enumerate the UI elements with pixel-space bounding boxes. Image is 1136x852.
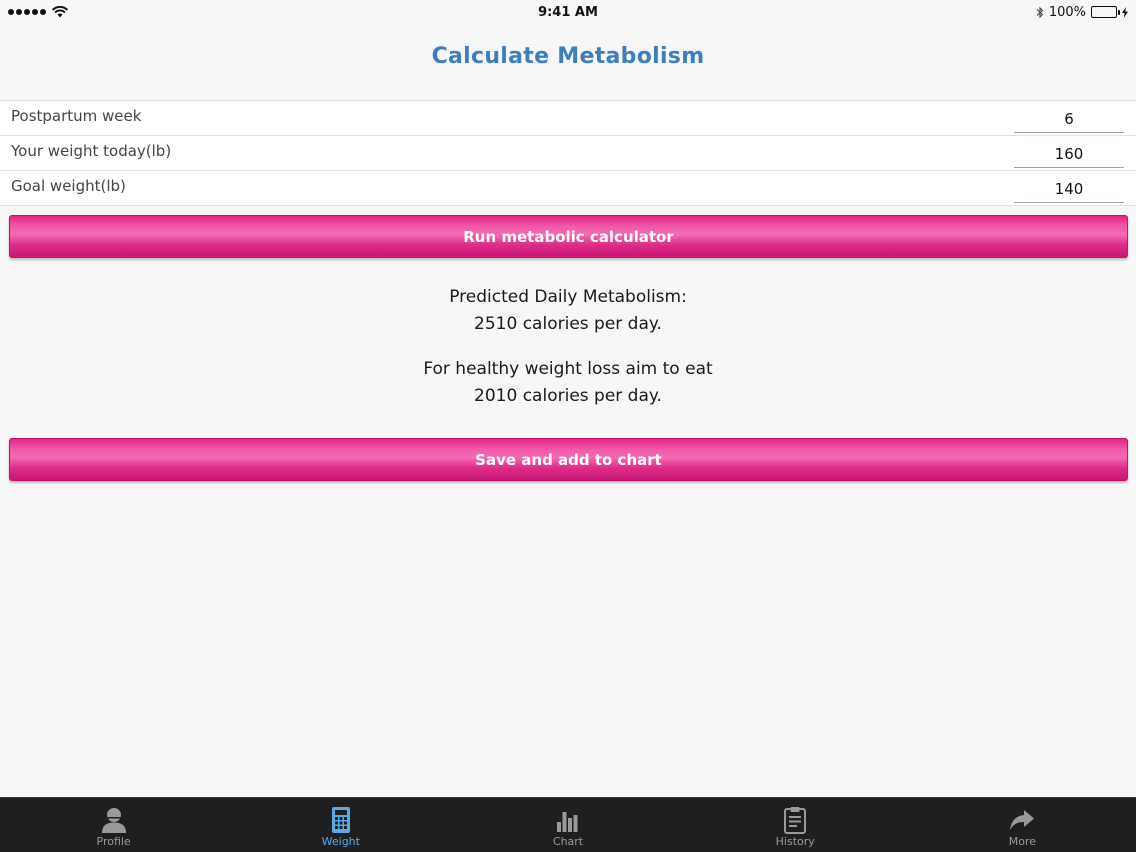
status-time: 9:41 AM	[538, 4, 598, 20]
bluetooth-icon	[1036, 6, 1044, 18]
tab-bar: Profile Weight Chart History More	[0, 797, 1136, 852]
postpartum-week-label: Postpartum week	[11, 107, 142, 125]
tab-label: More	[1008, 835, 1037, 848]
battery-percent: 100%	[1048, 4, 1086, 20]
battery-icon	[1090, 6, 1120, 18]
tab-label: Profile	[96, 835, 131, 848]
metabolism-result: Predicted Daily Metabolism: 2510 calorie…	[0, 284, 1136, 338]
tab-more[interactable]: More	[909, 798, 1136, 852]
page-title: Calculate Metabolism	[431, 44, 705, 69]
weight-loss-title: For healthy weight loss aim to eat	[423, 359, 713, 379]
goal-weight-row: Goal weight(lb)	[0, 171, 1136, 206]
save-add-to-chart-button[interactable]: Save and add to chart	[9, 438, 1128, 481]
tab-weight[interactable]: Weight	[227, 798, 454, 852]
metabolism-value: 2510 calories per day.	[474, 314, 662, 334]
current-weight-row: Your weight today(lb)	[0, 136, 1136, 171]
tab-label: Weight	[321, 835, 360, 848]
signal-strength-icon	[8, 9, 46, 15]
weight-loss-result: For healthy weight loss aim to eat 2010 …	[0, 356, 1136, 410]
calculator-icon	[331, 807, 350, 833]
goal-weight-input[interactable]	[1014, 176, 1124, 203]
tab-history[interactable]: History	[682, 798, 909, 852]
status-left	[8, 6, 208, 18]
metabolism-title: Predicted Daily Metabolism:	[449, 287, 687, 307]
charging-bolt-icon	[1121, 6, 1128, 18]
bar-chart-icon	[557, 812, 578, 832]
status-right: 100%	[928, 5, 1128, 20]
weight-loss-value: 2010 calories per day.	[474, 386, 662, 406]
postpartum-week-input[interactable]	[1014, 106, 1124, 133]
run-calculator-button[interactable]: Run metabolic calculator	[9, 215, 1128, 258]
goal-weight-label: Goal weight(lb)	[11, 177, 126, 195]
tab-chart[interactable]: Chart	[454, 798, 681, 852]
person-icon	[101, 808, 126, 833]
share-arrow-icon	[1010, 810, 1035, 830]
clipboard-icon	[784, 807, 807, 834]
postpartum-week-row: Postpartum week	[0, 101, 1136, 136]
current-weight-label: Your weight today(lb)	[11, 142, 172, 160]
status-bar: 9:41 AM 100%	[0, 0, 1136, 24]
metabolism-form: Postpartum week Your weight today(lb) Go…	[0, 100, 1136, 206]
tab-label: History	[775, 835, 815, 848]
current-weight-input[interactable]	[1014, 141, 1124, 168]
wifi-icon	[52, 6, 68, 18]
tab-profile[interactable]: Profile	[0, 798, 227, 852]
tab-label: Chart	[552, 835, 584, 848]
